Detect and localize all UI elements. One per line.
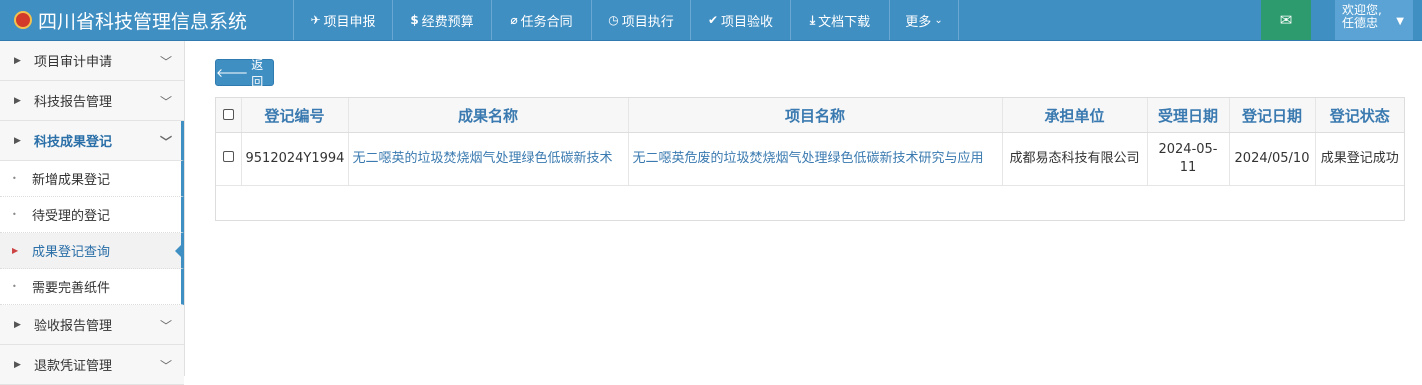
sidebar-group-label: 项目审计申请 (34, 55, 113, 70)
column-header[interactable]: 成果名称 (348, 98, 629, 133)
nav-label: 项目申报 (323, 14, 376, 30)
sidebar-group-audit[interactable]: ▶ 项目审计申请 ﹀ (0, 41, 184, 81)
envelope-icon: ✉ (1279, 11, 1293, 29)
results-table: 登记编号 成果名称 项目名称 承担单位 受理日期 登记日期 登记状态 95120… (215, 97, 1405, 221)
nav-label: 更多 (905, 14, 932, 30)
nav-label: 项目验收 (721, 14, 774, 30)
sidebar-group-label: 验收报告管理 (34, 319, 113, 334)
emblem-icon (14, 11, 32, 29)
table-header-row: 登记编号 成果名称 项目名称 承担单位 受理日期 登记日期 登记状态 (216, 98, 1404, 133)
nav-item-more[interactable]: 更多 ⌄ (889, 0, 959, 40)
nav-item-execution[interactable]: ◷ 项目执行 (591, 0, 690, 40)
nav-item-downloads[interactable]: ⤓ 文档下载 (790, 0, 889, 40)
column-header[interactable]: 登记日期 (1229, 98, 1316, 133)
sidebar-item-paper-docs[interactable]: • 需要完善纸件 (0, 269, 184, 305)
nav-label: 文档下载 (818, 14, 871, 30)
check-icon: ✔ (707, 13, 719, 27)
sidebar-item-new-registration[interactable]: • 新增成果登记 (0, 161, 184, 197)
sidebar-item-pending[interactable]: • 待受理的登记 (0, 197, 184, 233)
status-cell: 成果登记成功 (1315, 132, 1404, 186)
caret-right-icon: ▶ (14, 135, 21, 146)
chevron-down-icon: ﹀ (160, 55, 173, 69)
sidebar-item-label: 新增成果登记 (32, 173, 111, 188)
column-header[interactable]: 项目名称 (628, 98, 1003, 133)
accept-date-cell: 2024-05-11 (1147, 132, 1230, 186)
mail-button[interactable]: ✉ (1261, 0, 1311, 40)
main-nav: ✈ 项目申报 $ 经费预算 ⌀ 任务合同 ◷ 项目执行 ✔ 项目验收 ⤓ 文档下… (293, 0, 959, 40)
reg-date-cell: 2024/05/10 (1229, 132, 1316, 186)
download-icon: ⤓ (809, 12, 816, 27)
caret-right-icon: ▶ (12, 246, 19, 255)
bullet-icon: • (12, 282, 17, 291)
arrow-left-icon: 🡐 (216, 66, 249, 80)
caret-right-icon: ▶ (14, 319, 21, 330)
chevron-down-icon: ﹀ (160, 135, 173, 149)
clock-icon: ◷ (608, 13, 619, 27)
row-checkbox[interactable] (222, 151, 234, 162)
nav-label: 经费预算 (421, 14, 474, 30)
nav-label: 项目执行 (621, 14, 674, 30)
sidebar-item-label: 待受理的登记 (32, 209, 111, 224)
sidebar-item-label: 需要完善纸件 (32, 281, 111, 296)
sidebar-group-label: 科技成果登记 (34, 135, 113, 150)
column-header[interactable]: 登记状态 (1315, 98, 1404, 133)
nav-item-acceptance[interactable]: ✔ 项目验收 (690, 0, 790, 40)
caret-down-icon: ▼ (1396, 16, 1404, 27)
reg-no-cell: 9512024Y1994 (241, 132, 349, 186)
chevron-down-icon: ﹀ (160, 319, 173, 333)
active-pointer (175, 242, 184, 260)
chevron-down-icon: ﹀ (160, 95, 173, 109)
column-header[interactable]: 受理日期 (1147, 98, 1230, 133)
sidebar-item-label: 成果登记查询 (32, 245, 111, 260)
top-navbar: 四川省科技管理信息系统 ✈ 项目申报 $ 经费预算 ⌀ 任务合同 ◷ 项目执行 … (0, 0, 1422, 41)
select-all-cell (216, 98, 242, 133)
result-name-link[interactable]: 无二噁英的垃圾焚烧烟气处理绿色低碳新技术 (348, 132, 629, 186)
back-button[interactable]: 🡐 返回 (215, 58, 274, 89)
table-row: 9512024Y1994 无二噁英的垃圾焚烧烟气处理绿色低碳新技术 无二噁英危废… (216, 132, 1404, 186)
sidebar-group-refunds[interactable]: ▶ 退款凭证管理 ﹀ (0, 345, 184, 385)
column-header[interactable]: 登记编号 (241, 98, 349, 133)
dollar-icon: $ (410, 13, 419, 27)
caret-right-icon: ▶ (14, 359, 21, 370)
app-brand[interactable]: 四川省科技管理信息系统 (14, 0, 247, 40)
bullet-icon: • (12, 210, 17, 219)
project-name-link[interactable]: 无二噁英危废的垃圾焚烧烟气处理绿色低碳新技术研究与应用 (628, 132, 1003, 186)
paper-plane-icon: ✈ (310, 13, 321, 27)
paperclip-icon: ⌀ (510, 13, 518, 27)
sidebar: ▶ 项目审计申请 ﹀ ▶ 科技报告管理 ﹀ ▶ 科技成果登记 ﹀ • 新增成果登… (0, 41, 185, 385)
sidebar-group-reports[interactable]: ▶ 科技报告管理 ﹀ (0, 81, 184, 121)
bullet-icon: • (12, 174, 17, 183)
sidebar-group-label: 退款凭证管理 (34, 359, 113, 374)
column-header[interactable]: 承担单位 (1002, 98, 1148, 133)
nav-item-contract[interactable]: ⌀ 任务合同 (491, 0, 591, 40)
sidebar-item-query[interactable]: ▶ 成果登记查询 (0, 233, 184, 269)
sidebar-group-achievements[interactable]: ▶ 科技成果登记 ﹀ (0, 121, 184, 161)
row-select-cell (216, 132, 242, 186)
unit-cell: 成都易态科技有限公司 (1002, 132, 1148, 186)
sidebar-group-label: 科技报告管理 (34, 95, 113, 110)
app-title: 四川省科技管理信息系统 (38, 10, 248, 33)
chevron-down-icon: ﹀ (160, 359, 173, 373)
nav-item-project-apply[interactable]: ✈ 项目申报 (293, 0, 392, 40)
select-all-checkbox[interactable] (222, 109, 234, 120)
caret-right-icon: ▶ (14, 55, 21, 66)
sidebar-group-acceptance-reports[interactable]: ▶ 验收报告管理 ﹀ (0, 305, 184, 345)
caret-right-icon: ▶ (14, 95, 21, 106)
nav-label: 任务合同 (520, 14, 573, 30)
user-menu-button[interactable]: 欢迎您, 任德忠 ▼ (1335, 0, 1413, 40)
back-label: 返回 (251, 57, 264, 89)
chevron-down-icon: ⌄ (934, 14, 943, 26)
nav-item-budget[interactable]: $ 经费预算 (392, 0, 491, 40)
